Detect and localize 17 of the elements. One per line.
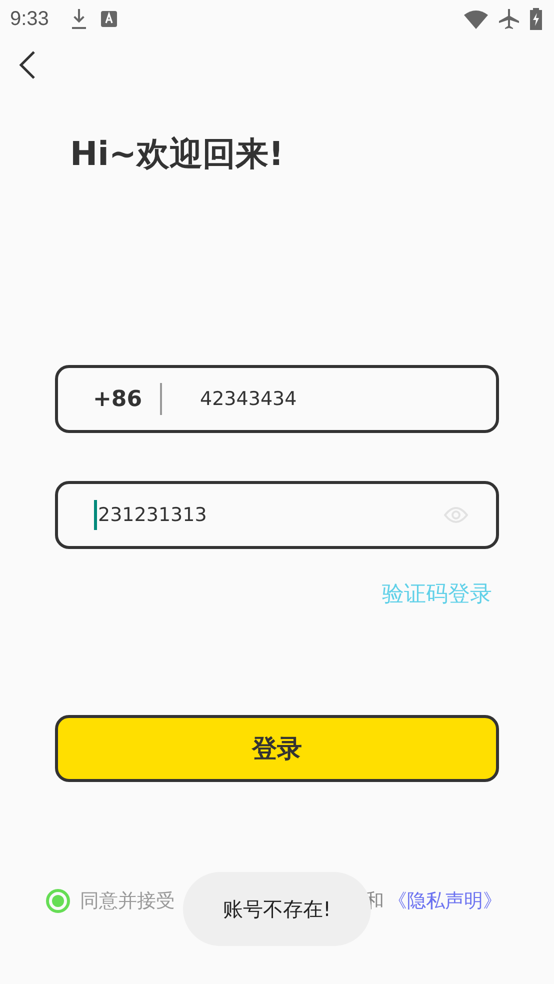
login-button[interactable]: 登录 xyxy=(55,715,499,782)
airplane-icon xyxy=(498,8,520,30)
keyboard-letter-icon xyxy=(100,11,117,27)
country-code[interactable]: +86 xyxy=(93,386,153,412)
battery-icon xyxy=(530,8,542,30)
agreement-text: 同意并接受 xyxy=(80,889,175,914)
phone-input[interactable]: 42343434 xyxy=(200,388,400,410)
password-value: 231231313 xyxy=(98,504,207,526)
password-field[interactable]: 231231313 xyxy=(55,481,499,549)
wifi-icon xyxy=(464,10,488,28)
download-icon xyxy=(70,9,87,29)
status-time: 9:33 xyxy=(10,8,49,30)
agree-radio[interactable] xyxy=(46,889,70,913)
eye-icon[interactable] xyxy=(444,507,468,523)
privacy-link[interactable]: 《隐私声明》 xyxy=(388,888,502,914)
welcome-title: Hi~欢迎回来! xyxy=(70,133,285,175)
phone-field[interactable]: +86 42343434 xyxy=(55,365,499,433)
